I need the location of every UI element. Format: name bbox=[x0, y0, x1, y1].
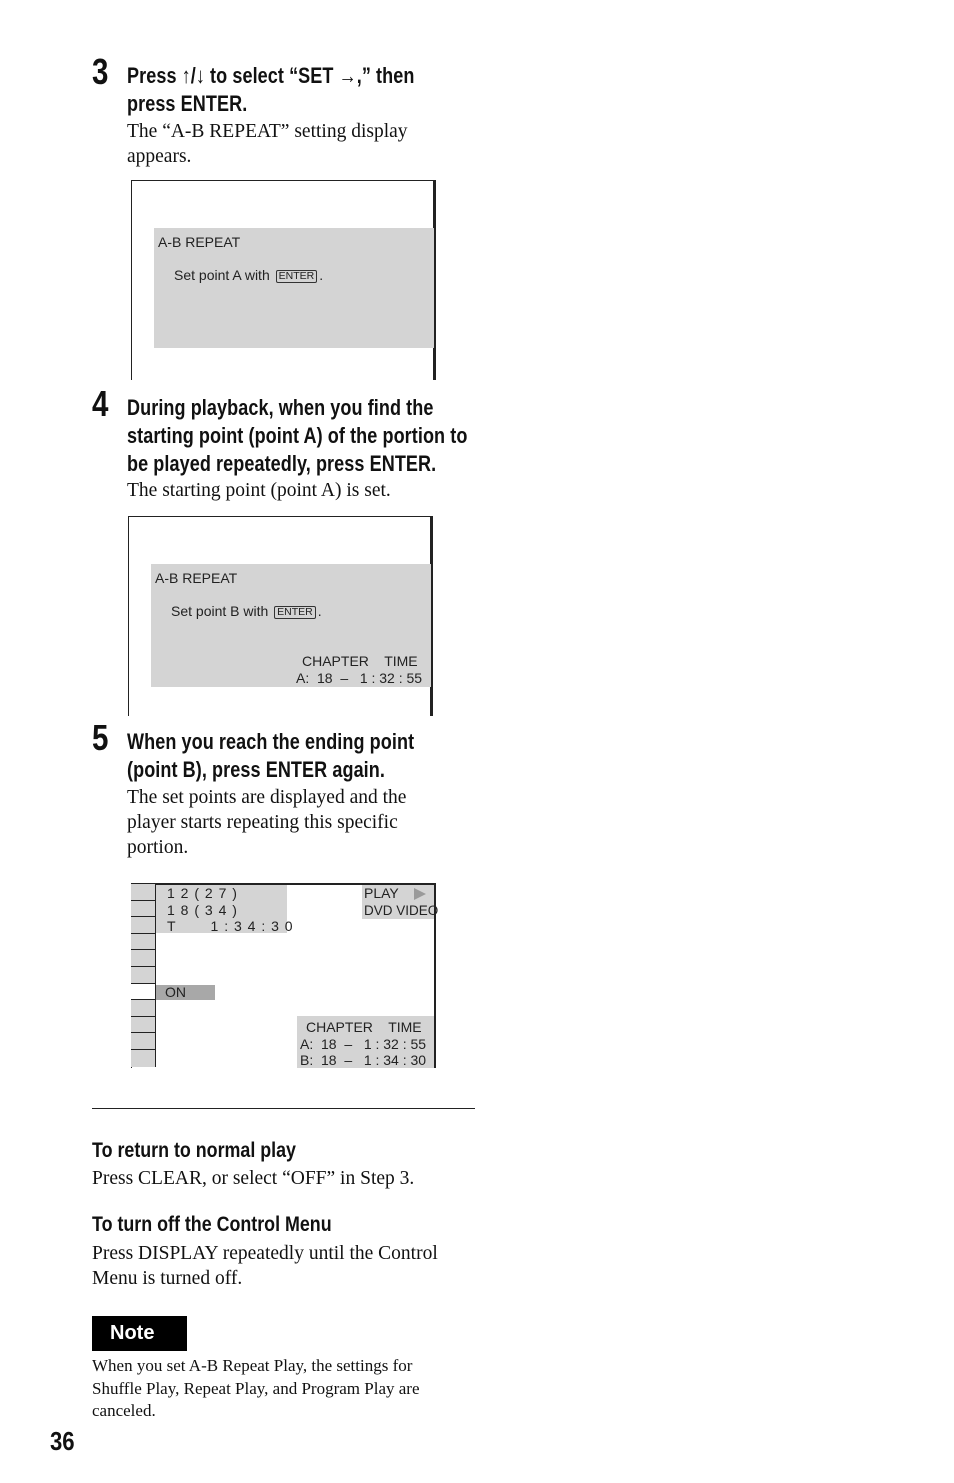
step-5-heading: When you reach the ending point (point B… bbox=[127, 728, 414, 784]
page-number: 36 bbox=[50, 1426, 75, 1456]
point-b-value: B: 18 – 1 : 34 : 30 bbox=[300, 1052, 427, 1068]
section-divider bbox=[92, 1108, 475, 1109]
heading-line: press ENTER. bbox=[127, 91, 248, 116]
note-badge: Note bbox=[92, 1316, 187, 1351]
heading-line: starting point (point A) of the portion … bbox=[127, 423, 468, 448]
osd-prompt: Set point B with ENTER. bbox=[171, 603, 322, 620]
step-3-heading: Press ↑/↓ to select “SET →,” then press … bbox=[127, 62, 414, 118]
note-line: Shuffle Play, Repeat Play, and Program P… bbox=[92, 1378, 420, 1398]
point-a-value: A: 18 – 1 : 32 : 55 bbox=[300, 1036, 427, 1052]
body-line: portion. bbox=[127, 837, 189, 858]
control-menu-item[interactable] bbox=[131, 950, 155, 967]
body-line: The starting point (point A) is set. bbox=[127, 480, 391, 501]
heading-line: (point B), press ENTER again. bbox=[127, 757, 385, 782]
prompt-suffix: . bbox=[319, 267, 324, 283]
enter-key-icon: ENTER bbox=[275, 270, 318, 283]
osd-title: A-B REPEAT bbox=[155, 570, 238, 586]
control-menu-item[interactable] bbox=[131, 1049, 155, 1067]
osd-title: A-B REPEAT bbox=[158, 234, 241, 250]
step-5-description: The set points are displayed and the pla… bbox=[127, 785, 406, 860]
body-line: Menu is turned off. bbox=[92, 1268, 243, 1289]
chapter-time-header: CHAPTER TIME bbox=[302, 653, 418, 669]
turn-off-control-menu-text: Press DISPLAY repeatedly until the Contr… bbox=[92, 1241, 438, 1291]
disc-type: DVD VIDEO bbox=[364, 903, 439, 918]
heading-line: When you reach the ending point bbox=[127, 729, 415, 754]
control-menu-item[interactable] bbox=[131, 917, 155, 934]
heading-line: During playback, when you find the bbox=[127, 395, 434, 420]
note-line: When you set A-B Repeat Play, the settin… bbox=[92, 1356, 413, 1375]
step-4-description: The starting point (point A) is set. bbox=[127, 478, 391, 503]
return-normal-play-heading: To return to normal play bbox=[92, 1139, 296, 1162]
body-line: Press CLEAR, or select “OFF” in Step 3. bbox=[92, 1168, 415, 1189]
step-number-4: 4 bbox=[92, 383, 109, 424]
control-menu-item[interactable] bbox=[131, 1016, 155, 1034]
control-menu-item[interactable] bbox=[131, 1000, 155, 1017]
control-menu-item[interactable] bbox=[131, 966, 155, 984]
osd-prompt: Set point A with ENTER. bbox=[174, 267, 323, 284]
step-number-5: 5 bbox=[92, 717, 109, 758]
heading-line: Press ↑/↓ to select “SET →,” then bbox=[127, 63, 415, 88]
control-menu-item[interactable] bbox=[131, 900, 155, 918]
chapter-info: 1 8 ( 3 4 ) bbox=[167, 902, 238, 918]
control-menu-item[interactable] bbox=[131, 1033, 155, 1050]
heading-line: be played repeatedly, press ENTER. bbox=[127, 451, 437, 476]
play-icon bbox=[414, 888, 426, 900]
step-number-3: 3 bbox=[92, 51, 109, 92]
control-menu-item[interactable] bbox=[131, 884, 155, 901]
step-3-description: The “A-B REPEAT” setting display appears… bbox=[127, 119, 408, 169]
step-4-heading: During playback, when you find the start… bbox=[127, 394, 467, 478]
body-line: player starts repeating this specific bbox=[127, 812, 398, 833]
ab-repeat-display-set-a: A-B REPEAT Set point A with ENTER. bbox=[131, 180, 436, 380]
note-text: When you set A-B Repeat Play, the settin… bbox=[92, 1355, 420, 1423]
turn-off-control-menu-heading: To turn off the Control Menu bbox=[92, 1213, 332, 1236]
note-line: canceled. bbox=[92, 1401, 156, 1420]
body-line: Press DISPLAY repeatedly until the Contr… bbox=[92, 1243, 438, 1264]
prompt-suffix: . bbox=[317, 603, 322, 619]
body-line: appears. bbox=[127, 146, 192, 167]
chapter-time-header: CHAPTER TIME bbox=[306, 1019, 422, 1035]
control-menu-item-selected[interactable] bbox=[131, 983, 155, 1001]
prompt-text: Set point A with bbox=[174, 267, 270, 283]
elapsed-time: T 1 : 3 4 : 3 0 bbox=[167, 918, 294, 934]
point-a-value: A: 18 – 1 : 32 : 55 bbox=[296, 670, 423, 686]
setting-value[interactable]: ON bbox=[165, 984, 186, 1001]
title-info: 1 2 ( 2 7 ) bbox=[167, 885, 238, 901]
ab-repeat-display-set-b: A-B REPEAT Set point B with ENTER. CHAPT… bbox=[128, 516, 433, 716]
control-menu-icon-column bbox=[131, 884, 156, 1067]
body-line: The “A-B REPEAT” setting display bbox=[127, 121, 408, 142]
enter-key-icon: ENTER bbox=[274, 606, 316, 619]
body-line: The set points are displayed and the bbox=[127, 787, 407, 808]
play-status: PLAY bbox=[364, 885, 399, 901]
prompt-text: Set point B with bbox=[171, 603, 269, 619]
return-normal-play-text: Press CLEAR, or select “OFF” in Step 3. bbox=[92, 1166, 414, 1191]
control-menu-item[interactable] bbox=[131, 933, 155, 951]
